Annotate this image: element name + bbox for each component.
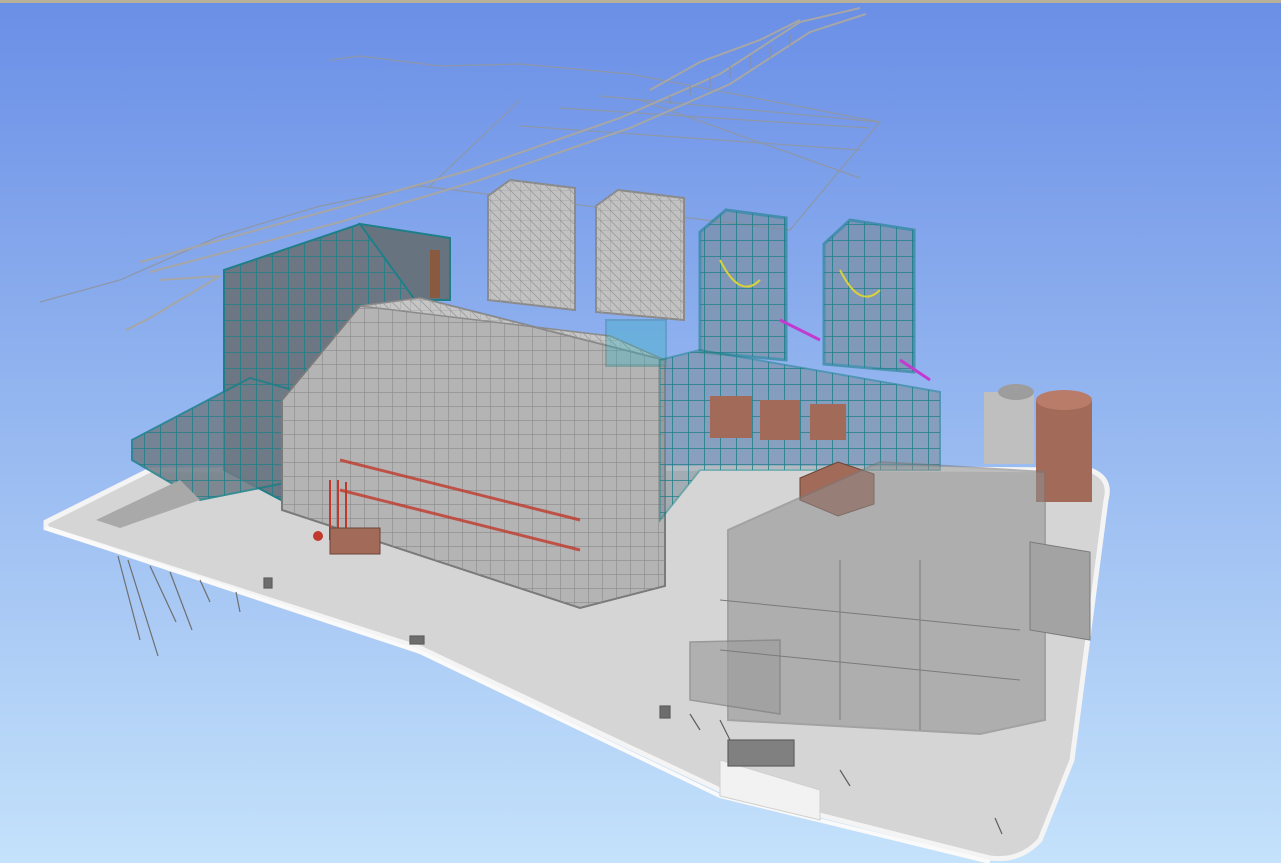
- 3d-model-viewport[interactable]: [0, 0, 1281, 863]
- window-top-edge: [0, 0, 1281, 3]
- plant-model-scene[interactable]: [0, 0, 1281, 863]
